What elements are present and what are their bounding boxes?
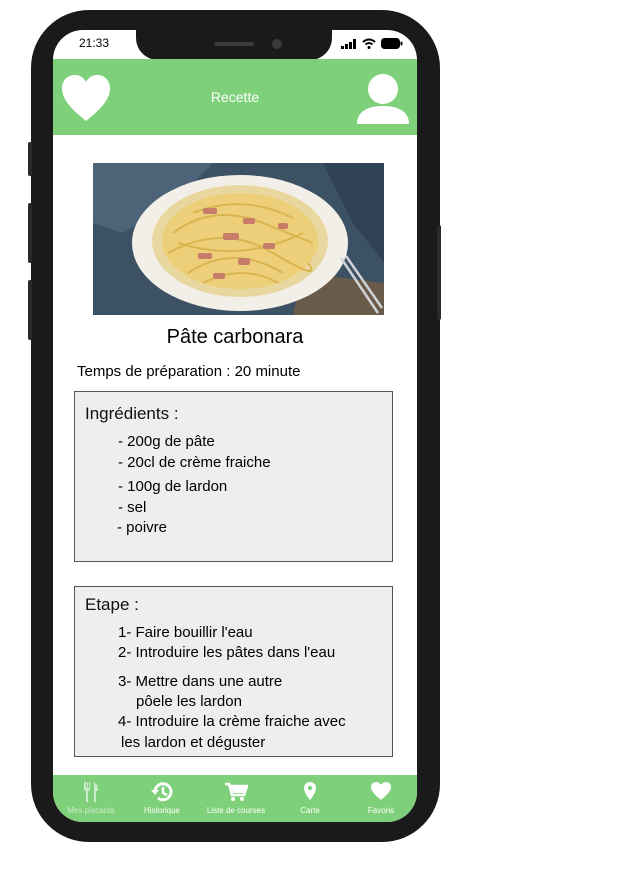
ingredient-item: - 20cl de crème fraiche xyxy=(118,454,271,471)
nav-item-placards[interactable]: Mes placards xyxy=(63,775,119,822)
speaker xyxy=(214,42,254,46)
nav-label: Mes placards xyxy=(67,806,115,815)
steps-title: Etape : xyxy=(85,595,139,614)
profile-button[interactable] xyxy=(355,70,411,126)
phone-side-button xyxy=(28,280,32,340)
phone-side-button xyxy=(28,203,32,263)
nav-item-historique[interactable]: Historique xyxy=(137,775,187,822)
history-icon xyxy=(151,782,173,802)
user-icon xyxy=(357,74,409,124)
step-line: 4- Introduire la crème fraiche avec xyxy=(118,713,346,730)
ingredients-box: Ingrédients : - 200g de pâte - 20cl de c… xyxy=(74,391,393,562)
nav-item-favoris[interactable]: Favoris xyxy=(361,775,401,822)
app-header: Recette xyxy=(53,59,417,135)
phone-side-button xyxy=(437,225,441,320)
phone-side-button xyxy=(28,142,32,176)
step-line: pôele les lardon xyxy=(136,693,242,710)
cart-icon xyxy=(225,782,248,801)
ingredient-item: - 100g de lardon xyxy=(118,478,228,495)
recipe-image xyxy=(93,163,384,315)
signal-icon xyxy=(341,38,356,49)
battery-icon xyxy=(381,38,403,49)
nav-label: Liste de courses xyxy=(206,806,266,815)
nav-label: Historique xyxy=(143,806,180,815)
phone-notch xyxy=(136,30,332,60)
step-line: 2- Introduire les pâtes dans l'eau xyxy=(118,644,336,661)
phone-screen: 21:33 Recette Pâte carbonara Temps de pr… xyxy=(53,30,417,822)
step-line: 3- Mettre dans une autre xyxy=(118,673,283,690)
heart-icon xyxy=(371,782,391,800)
front-camera xyxy=(272,39,282,49)
fork-knife-icon xyxy=(84,782,98,802)
status-time: 21:33 xyxy=(79,36,110,50)
nav-item-liste-courses[interactable]: Liste de courses xyxy=(199,775,273,822)
map-pin-icon xyxy=(304,782,316,800)
nav-item-carte[interactable]: Carte xyxy=(291,775,329,822)
prep-time: Temps de préparation : 20 minute xyxy=(77,363,301,380)
bottom-nav: Mes placards Historique Liste de courses xyxy=(53,775,417,822)
ingredient-item: - sel xyxy=(118,499,147,516)
status-icons xyxy=(341,38,403,49)
step-line: les lardon et déguster xyxy=(121,734,266,751)
step-line: 1- Faire bouillir l'eau xyxy=(118,624,253,641)
ingredient-item: - 200g de pâte xyxy=(118,433,215,450)
recipe-title: Pâte carbonara xyxy=(166,326,304,348)
wifi-icon xyxy=(362,38,376,49)
steps-box: Etape : 1- Faire bouillir l'eau 2- Intro… xyxy=(74,586,393,757)
nav-label: Favoris xyxy=(367,806,395,815)
nav-label: Carte xyxy=(300,806,320,815)
ingredient-item: - poivre xyxy=(117,519,168,536)
ingredients-title: Ingrédients : xyxy=(85,404,179,423)
